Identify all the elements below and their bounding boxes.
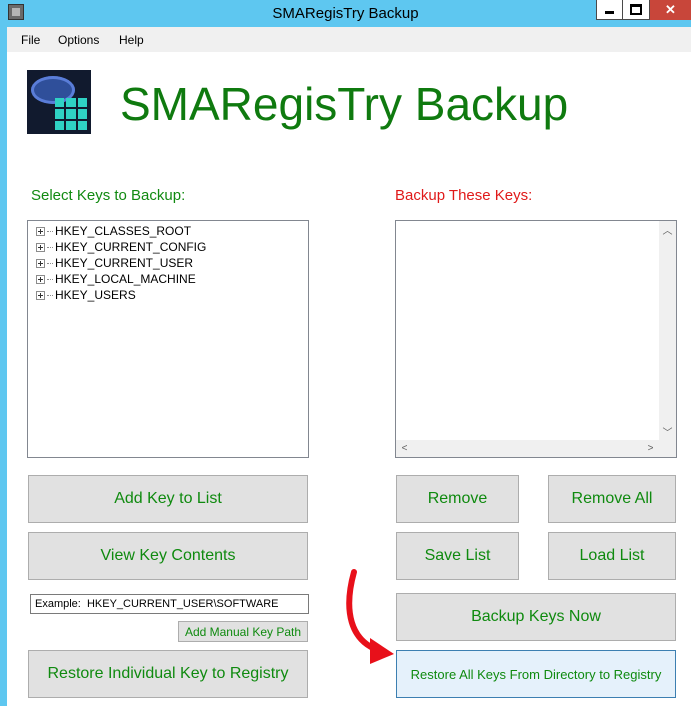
maximize-icon xyxy=(630,4,642,15)
tree-item-label: HKEY_CURRENT_CONFIG xyxy=(55,240,207,254)
vertical-scrollbar[interactable]: ︿ ﹀ xyxy=(659,221,676,440)
restore-all-keys-button[interactable]: Restore All Keys From Directory to Regis… xyxy=(396,650,676,698)
expand-icon[interactable] xyxy=(36,290,45,300)
menu-bar: File Options Help xyxy=(7,27,691,52)
annotation-arrow-icon xyxy=(346,569,394,664)
scroll-right-icon[interactable]: > xyxy=(642,440,659,457)
add-manual-key-path-button[interactable]: Add Manual Key Path xyxy=(178,621,308,642)
menu-options[interactable]: Options xyxy=(58,33,99,47)
remove-button[interactable]: Remove xyxy=(396,475,519,523)
add-key-to-list-button[interactable]: Add Key to List xyxy=(28,475,308,523)
window-title: SMARegisTry Backup xyxy=(272,5,419,22)
tree-item-hkey-current-config[interactable]: HKEY_CURRENT_CONFIG xyxy=(36,239,206,255)
scroll-down-icon[interactable]: ﹀ xyxy=(659,423,676,440)
scroll-left-icon[interactable]: < xyxy=(396,440,413,457)
backup-keys-list[interactable]: ︿ ﹀ < > xyxy=(395,220,677,458)
tree-item-hkey-users[interactable]: HKEY_USERS xyxy=(36,287,136,303)
tree-item-hkey-current-user[interactable]: HKEY_CURRENT_USER xyxy=(36,255,193,271)
tree-item-label: HKEY_CLASSES_ROOT xyxy=(55,224,192,238)
tree-item-hkey-classes-root[interactable]: HKEY_CLASSES_ROOT xyxy=(36,223,191,239)
expand-icon[interactable] xyxy=(36,242,45,252)
tree-item-label: HKEY_LOCAL_MACHINE xyxy=(55,272,196,286)
expand-icon[interactable] xyxy=(36,274,45,284)
tree-item-label: HKEY_USERS xyxy=(55,288,136,302)
load-list-button[interactable]: Load List xyxy=(548,532,676,580)
tree-item-hkey-local-machine[interactable]: HKEY_LOCAL_MACHINE xyxy=(36,271,196,287)
backup-keys-now-button[interactable]: Backup Keys Now xyxy=(396,593,676,641)
expand-icon[interactable] xyxy=(36,226,45,236)
app-title: SMARegisTry Backup xyxy=(120,78,569,130)
registry-grid-icon xyxy=(55,98,87,130)
manual-key-path-input[interactable] xyxy=(30,594,309,614)
backup-keys-label: Backup These Keys: xyxy=(395,187,533,204)
maximize-button[interactable] xyxy=(623,0,650,20)
minimize-icon xyxy=(605,11,614,14)
view-key-contents-button[interactable]: View Key Contents xyxy=(28,532,308,580)
restore-individual-key-button[interactable]: Restore Individual Key to Registry xyxy=(28,650,308,698)
minimize-button[interactable] xyxy=(596,0,623,20)
select-keys-label: Select Keys to Backup: xyxy=(31,187,186,204)
close-button[interactable]: ✕ xyxy=(650,0,691,20)
expand-icon[interactable] xyxy=(36,258,45,268)
remove-all-button[interactable]: Remove All xyxy=(548,475,676,523)
menu-file[interactable]: File xyxy=(21,33,40,47)
menu-help[interactable]: Help xyxy=(119,33,144,47)
window-frame-left xyxy=(0,0,7,706)
save-list-button[interactable]: Save List xyxy=(396,532,519,580)
app-logo-icon xyxy=(27,70,91,134)
scrollbar-corner xyxy=(659,440,676,457)
scroll-up-icon[interactable]: ︿ xyxy=(659,221,676,238)
registry-tree[interactable]: HKEY_CLASSES_ROOT HKEY_CURRENT_CONFIG HK… xyxy=(27,220,309,458)
tree-item-label: HKEY_CURRENT_USER xyxy=(55,256,194,270)
horizontal-scrollbar[interactable]: < > xyxy=(396,440,659,457)
